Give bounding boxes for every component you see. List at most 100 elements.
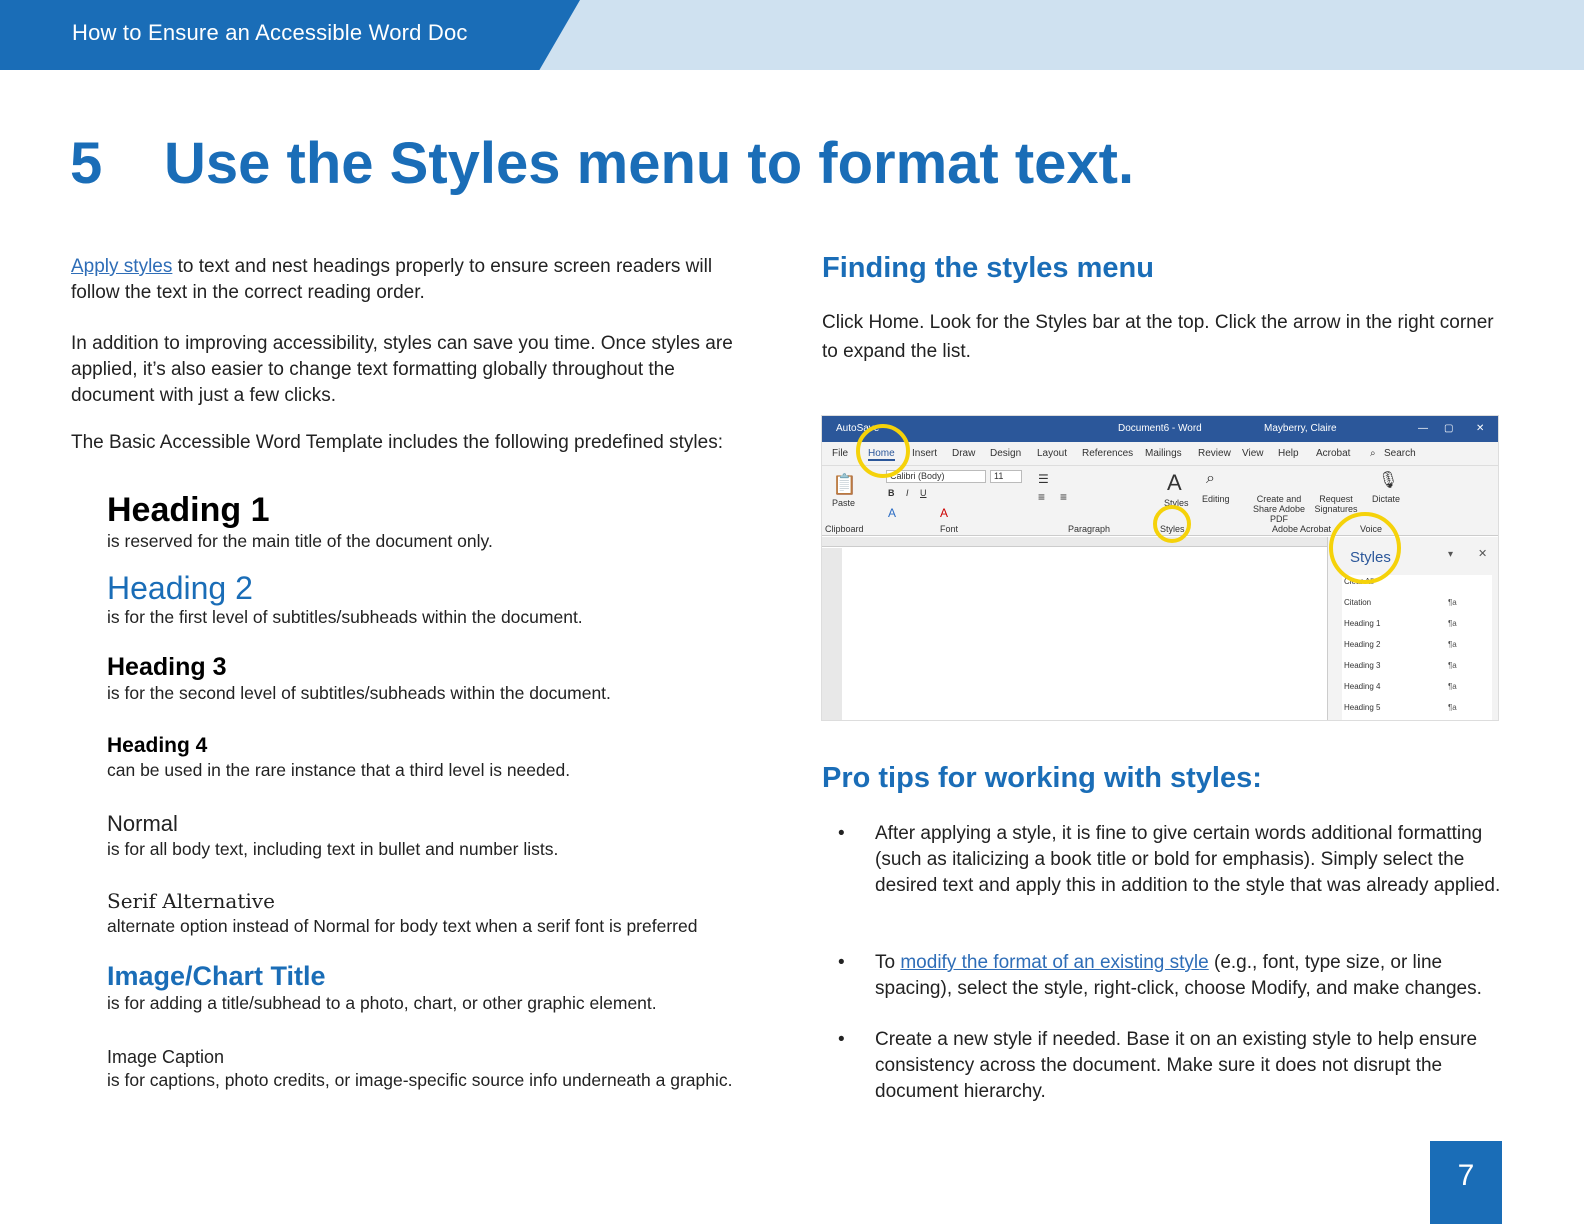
highlight-circle-styles-pane [1329, 512, 1401, 584]
microphone-icon[interactable]: 🎙 [1378, 470, 1398, 490]
style-list-item[interactable]: Citation [1344, 598, 1371, 607]
bullet-text: To modify the format of an existing styl… [875, 950, 1508, 1002]
modify-style-link[interactable]: modify the format of an existing style [900, 952, 1208, 973]
style-description: is for all body text, including text in … [107, 839, 559, 859]
style-description: alternate option instead of Normal for b… [107, 916, 698, 936]
tab-draw[interactable]: Draw [952, 448, 975, 459]
word-titlebar: AutoSave Document6 - Word Mayberry, Clai… [822, 416, 1498, 442]
font-color-icon[interactable]: A [940, 506, 948, 520]
bullet-text: After applying a style, it is fine to gi… [875, 823, 1501, 896]
paragraph-mark-icon: ¶a [1448, 661, 1457, 670]
group-adobe-acrobat: Adobe Acrobat [1272, 524, 1332, 534]
bullet-icon: • [838, 1029, 845, 1050]
section-title: Use the Styles menu to format text. [164, 131, 1135, 196]
maximize-icon[interactable]: ▢ [1444, 423, 1453, 434]
bullet-text: Create a new style if needed. Base it on… [875, 1029, 1478, 1102]
bullets-icon[interactable]: ☰ [1038, 472, 1049, 486]
style-list-item[interactable]: Heading 3 [1344, 661, 1380, 670]
pane-close-icon[interactable]: ✕ [1478, 547, 1487, 560]
list-item: • To modify the format of an existing st… [838, 950, 1508, 1002]
style-heading-2: Heading 2 is for the first level of subt… [107, 570, 767, 628]
style-list-item[interactable]: Heading 1 [1344, 619, 1380, 628]
paragraph-time-saving: In addition to improving accessibility, … [71, 333, 733, 406]
underline-icon[interactable]: U [920, 488, 927, 498]
tab-acrobat[interactable]: Acrobat [1316, 448, 1350, 459]
font-size-select[interactable]: 11 [990, 470, 1022, 483]
minimize-icon[interactable]: — [1418, 423, 1428, 434]
ribbon-tabs: File Home Insert Draw Design Layout Refe… [822, 442, 1498, 466]
style-image-caption: Image Caption is for captions, photo cre… [107, 1045, 767, 1091]
section-number: 5 [70, 131, 103, 196]
request-signatures-label[interactable]: Request Signatures [1314, 494, 1358, 514]
paragraph-mark-icon: ¶a [1448, 703, 1457, 712]
tab-review[interactable]: Review [1198, 448, 1231, 459]
styles-gallery-icon[interactable]: A [1167, 470, 1182, 496]
style-name: Serif Alternative [107, 889, 275, 913]
paragraph-mark-icon: ¶a [1448, 598, 1457, 607]
tab-insert[interactable]: Insert [912, 448, 937, 459]
style-list-item[interactable]: Heading 5 [1344, 703, 1380, 712]
create-pdf-label[interactable]: Create and Share Adobe PDF [1244, 494, 1314, 524]
apply-styles-link[interactable]: Apply styles [71, 256, 172, 277]
tab-view[interactable]: View [1242, 448, 1264, 459]
tab-layout[interactable]: Layout [1037, 448, 1067, 459]
font-name-select[interactable]: Calibri (Body) [886, 470, 986, 483]
header-title: How to Ensure an Accessible Word Doc [72, 20, 468, 45]
style-name: Heading 3 [107, 653, 227, 681]
close-icon[interactable]: ✕ [1476, 423, 1484, 434]
paste-icon[interactable]: 📋 [832, 472, 857, 497]
tab-file[interactable]: File [832, 448, 848, 459]
style-description: can be used in the rare instance that a … [107, 760, 571, 780]
paste-label[interactable]: Paste [832, 498, 855, 508]
group-paragraph: Paragraph [1068, 524, 1111, 534]
paragraph-mark-icon: ¶a [1448, 640, 1457, 649]
tab-search[interactable]: Search [1384, 448, 1416, 459]
tab-help[interactable]: Help [1278, 448, 1299, 459]
ruler[interactable] [822, 537, 1332, 547]
paragraph-mark-icon: ¶a [1448, 682, 1457, 691]
style-description: is reserved for the main title of the do… [107, 531, 493, 551]
style-name: Heading 2 [107, 570, 253, 606]
group-clipboard: Clipboard [825, 524, 864, 534]
search-icon[interactable]: ⌕ [1370, 448, 1376, 459]
tab-references[interactable]: References [1082, 448, 1133, 459]
intro-paragraph: Apply styles to text and nest headings p… [71, 254, 761, 306]
align-left-icon[interactable]: ≡ [1038, 490, 1045, 504]
style-description: is for the second level of subtitles/sub… [107, 683, 611, 703]
tab-design[interactable]: Design [990, 448, 1021, 459]
editing-label[interactable]: Editing [1202, 494, 1230, 504]
finding-styles-text: Click Home. Look for the Styles bar at t… [822, 312, 1494, 362]
paragraph-template-styles: The Basic Accessible Word Template inclu… [71, 432, 723, 453]
style-image-chart-title: Image/Chart Title is for adding a title/… [107, 960, 767, 1014]
style-list-item[interactable]: Heading 2 [1344, 640, 1380, 649]
highlight-circle-styles [1153, 505, 1191, 543]
editing-icon[interactable]: ⌕ [1206, 470, 1215, 488]
word-screenshot: AutoSave Document6 - Word Mayberry, Clai… [821, 415, 1499, 721]
style-list-item[interactable]: Heading 4 [1344, 682, 1380, 691]
bullet-text-pre: To [875, 952, 901, 973]
list-item: • After applying a style, it is fine to … [838, 821, 1508, 899]
page-title: 5 Use the Styles menu to format text. [70, 130, 1134, 197]
style-heading-4: Heading 4 can be used in the rare instan… [107, 733, 767, 781]
align-center-icon[interactable]: ≡ [1060, 490, 1067, 504]
italic-icon[interactable]: I [906, 488, 909, 498]
user-name: Mayberry, Claire [1264, 423, 1337, 434]
style-name: Image/Chart Title [107, 961, 326, 991]
style-name: Image Caption [107, 1047, 225, 1067]
style-serif-alternative: Serif Alternative alternate option inste… [107, 887, 767, 937]
style-normal: Normal is for all body text, including t… [107, 810, 767, 860]
style-description: is for captions, photo credits, or image… [107, 1070, 733, 1090]
dictate-label[interactable]: Dictate [1372, 494, 1400, 504]
document-page[interactable] [842, 548, 1327, 720]
style-heading-1: Heading 1 is reserved for the main title… [107, 490, 767, 552]
document-title: Document6 - Word [1118, 423, 1202, 434]
bold-icon[interactable]: B [888, 488, 895, 498]
text-effects-icon[interactable]: A [888, 506, 896, 520]
bullet-icon: • [838, 823, 845, 844]
list-item: • Create a new style if needed. Base it … [838, 1027, 1508, 1105]
paragraph-mark-icon: ¶a [1448, 619, 1457, 628]
document-area [822, 548, 1327, 720]
tab-mailings[interactable]: Mailings [1145, 448, 1182, 459]
style-name: Normal [107, 811, 178, 836]
chevron-down-icon[interactable]: ▾ [1448, 549, 1453, 560]
